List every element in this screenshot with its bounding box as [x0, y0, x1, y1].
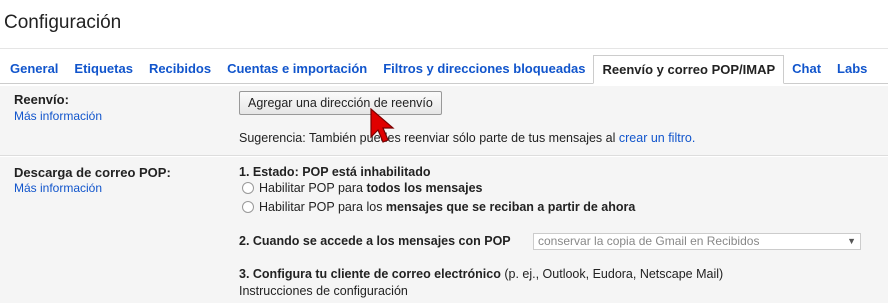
pop-option-new[interactable]: Habilitar POP para los mensajes que se r… — [239, 200, 635, 214]
tab-labels[interactable]: Etiquetas — [66, 55, 141, 83]
tab-inbox[interactable]: Recibidos — [141, 55, 219, 83]
chevron-down-icon: ▼ — [847, 236, 856, 246]
pop-section: Descarga de correo POP: Más información … — [0, 157, 888, 303]
pop-client-heading-bold: 3. Configura tu cliente de correo electr… — [239, 267, 501, 281]
pop-option-new-bold: mensajes que se reciban a partir de ahor… — [385, 200, 636, 214]
tab-accounts-import[interactable]: Cuentas e importación — [219, 55, 375, 83]
pop-access-heading: 2. Cuando se accede a los mensajes con P… — [239, 234, 511, 248]
tab-forwarding-pop-imap[interactable]: Reenvío y correo POP/IMAP — [593, 55, 785, 84]
radio-enable-pop-all[interactable] — [242, 182, 254, 194]
forwarding-hint-text: Sugerencia: También puedes reenviar sólo… — [239, 131, 616, 145]
forwarding-label: Reenvío: — [14, 92, 69, 107]
page-title: Configuración — [4, 12, 122, 33]
tab-general[interactable]: General — [0, 55, 66, 83]
forwarding-more-info-link[interactable]: Más información — [14, 109, 102, 123]
pop-status-heading: 1. Estado: POP está inhabilitado — [239, 165, 431, 179]
add-forwarding-address-button[interactable]: Agregar una dirección de reenvío — [239, 91, 442, 115]
pop-client-examples: (p. ej., Outlook, Eudora, Netscape Mail) — [504, 267, 724, 281]
pop-option-new-prefix: Habilitar POP para los — [259, 200, 383, 214]
radio-enable-pop-new[interactable] — [242, 201, 254, 213]
pop-setup-instructions-link[interactable]: Instrucciones de configuración — [239, 284, 408, 298]
pop-option-all[interactable]: Habilitar POP para todos los mensajes — [239, 181, 483, 195]
pop-access-select[interactable]: conservar la copia de Gmail en Recibidos… — [533, 233, 861, 250]
pop-option-all-prefix: Habilitar POP para — [259, 181, 363, 195]
tab-labs[interactable]: Labs — [829, 55, 875, 83]
tab-chat[interactable]: Chat — [784, 55, 829, 83]
pop-access-select-value: conservar la copia de Gmail en Recibidos — [538, 234, 760, 248]
pop-more-info-link[interactable]: Más información — [14, 181, 102, 195]
settings-tabs: General Etiquetas Recibidos Cuentas e im… — [0, 55, 888, 84]
forwarding-section: Reenvío: Más información Agregar una dir… — [0, 86, 888, 156]
title-divider — [0, 48, 888, 49]
tab-filters-blocked[interactable]: Filtros y direcciones bloqueadas — [375, 55, 593, 83]
pop-label: Descarga de correo POP: — [14, 165, 171, 180]
pop-option-all-bold: todos los mensajes — [366, 181, 483, 195]
pop-client-heading: 3. Configura tu cliente de correo electr… — [239, 267, 723, 281]
create-filter-link[interactable]: crear un filtro. — [619, 131, 695, 145]
forwarding-hint: Sugerencia: También puedes reenviar sólo… — [239, 131, 695, 145]
